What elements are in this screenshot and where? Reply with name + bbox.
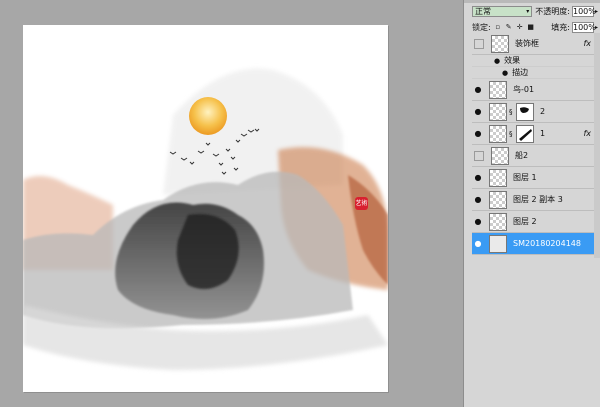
fill-input[interactable]: 100%: [571, 21, 596, 33]
visibility-toggle[interactable]: [474, 150, 484, 161]
visibility-toggle[interactable]: [474, 38, 484, 49]
layer-mask-thumbnail[interactable]: [516, 124, 534, 143]
layer-row[interactable]: 装饰框 fx: [472, 33, 600, 55]
canvas-workspace[interactable]: 艺術: [0, 0, 463, 407]
effects-label: 效果: [504, 56, 521, 65]
layer-row[interactable]: ● 图层 1: [472, 167, 600, 189]
ink-landscape-artwork: [23, 68, 388, 370]
eye-icon[interactable]: ●: [502, 69, 508, 77]
stroke-effect-row[interactable]: ● 描边: [472, 67, 600, 79]
lock-fill-row: 锁定: ▫ ✎ ✛ ■ 填充: 100% ▸: [472, 21, 598, 33]
effects-row[interactable]: ● 效果: [472, 55, 600, 67]
lock-position-icon[interactable]: ✛: [516, 23, 524, 31]
layer-row[interactable]: ● 鸟-01: [472, 79, 600, 101]
mask-shape: [519, 128, 532, 141]
layer-name: 图层 1: [513, 173, 537, 182]
panel-top-bar: [464, 0, 600, 3]
eye-icon[interactable]: ●: [472, 194, 484, 206]
layer-thumbnail: [489, 80, 507, 99]
lock-transparency-icon[interactable]: ▫: [494, 23, 502, 31]
eye-icon[interactable]: ●: [472, 106, 484, 118]
fx-icon[interactable]: fx: [583, 129, 591, 138]
layer-name: SM20180204148: [513, 239, 581, 248]
layer-row[interactable]: ● 图层 2: [472, 211, 600, 233]
lock-paint-icon[interactable]: ✎: [505, 23, 513, 31]
layer-thumbnail: [489, 102, 507, 121]
layer-name: 船2: [515, 151, 529, 160]
layer-row[interactable]: 船2: [472, 145, 600, 167]
layer-name: 2: [540, 107, 546, 116]
layer-thumbnail: [489, 168, 507, 187]
layer-thumbnail: [489, 190, 507, 209]
sun-shape: [189, 97, 227, 135]
panel-scrollbar[interactable]: [594, 33, 600, 258]
layer-thumbnail: [489, 124, 507, 143]
link-icon[interactable]: §: [509, 108, 515, 116]
lock-all-icon[interactable]: ■: [527, 23, 535, 31]
layer-thumbnail: [489, 212, 507, 231]
eye-icon[interactable]: ●: [472, 128, 484, 140]
layers-panel: 正常 ▾ 不透明度: 100% ▸ 锁定: ▫ ✎ ✛ ■ 填充: 100% ▸…: [463, 0, 600, 407]
ink-core: [176, 214, 239, 289]
red-seal-stamp: 艺術: [355, 197, 368, 210]
layer-name: 装饰框: [515, 39, 539, 48]
layer-mask-thumbnail[interactable]: [516, 102, 534, 121]
fx-icon[interactable]: fx: [583, 39, 591, 48]
eye-icon[interactable]: ●: [494, 57, 500, 65]
eye-icon[interactable]: ●: [472, 216, 484, 228]
layer-row[interactable]: ● 图层 2 副本 3: [472, 189, 600, 211]
chevron-down-icon: ▾: [526, 7, 530, 15]
opacity-input[interactable]: 100%: [571, 5, 596, 17]
link-icon[interactable]: §: [509, 130, 515, 138]
layer-row[interactable]: ● § 1 fx: [472, 123, 600, 145]
document-canvas[interactable]: 艺術: [23, 25, 388, 392]
layer-row[interactable]: ● § 2: [472, 101, 600, 123]
blend-opacity-row: 正常 ▾ 不透明度: 100% ▸: [472, 5, 598, 17]
blend-mode-value: 正常: [475, 6, 491, 16]
layer-name: 1: [540, 129, 546, 138]
opacity-arrow-icon[interactable]: ▸: [595, 8, 598, 15]
layers-list: 装饰框 fx ● 效果 ● 描边 ● 鸟-01 ● § 2 ● § 1 fx 船…: [472, 33, 600, 255]
layer-name: 图层 2 副本 3: [513, 195, 563, 204]
opacity-label: 不透明度:: [535, 6, 570, 16]
layer-thumbnail: [491, 146, 509, 165]
fill-label: 填充:: [551, 22, 570, 32]
layer-name: 图层 2: [513, 217, 537, 226]
lock-label: 锁定:: [472, 22, 491, 32]
eye-icon[interactable]: ●: [472, 84, 484, 96]
blend-mode-select[interactable]: 正常 ▾: [472, 5, 533, 17]
eye-icon[interactable]: ●: [472, 172, 484, 184]
layer-name: 鸟-01: [513, 85, 535, 94]
layer-row-selected[interactable]: ● SM20180204148: [472, 233, 600, 255]
eye-icon[interactable]: ●: [472, 238, 484, 250]
layer-thumbnail: [491, 34, 509, 53]
mask-shape: [520, 106, 529, 113]
fill-arrow-icon[interactable]: ▸: [595, 24, 598, 31]
layer-thumbnail: [489, 234, 507, 253]
stroke-label: 描边: [512, 68, 529, 77]
